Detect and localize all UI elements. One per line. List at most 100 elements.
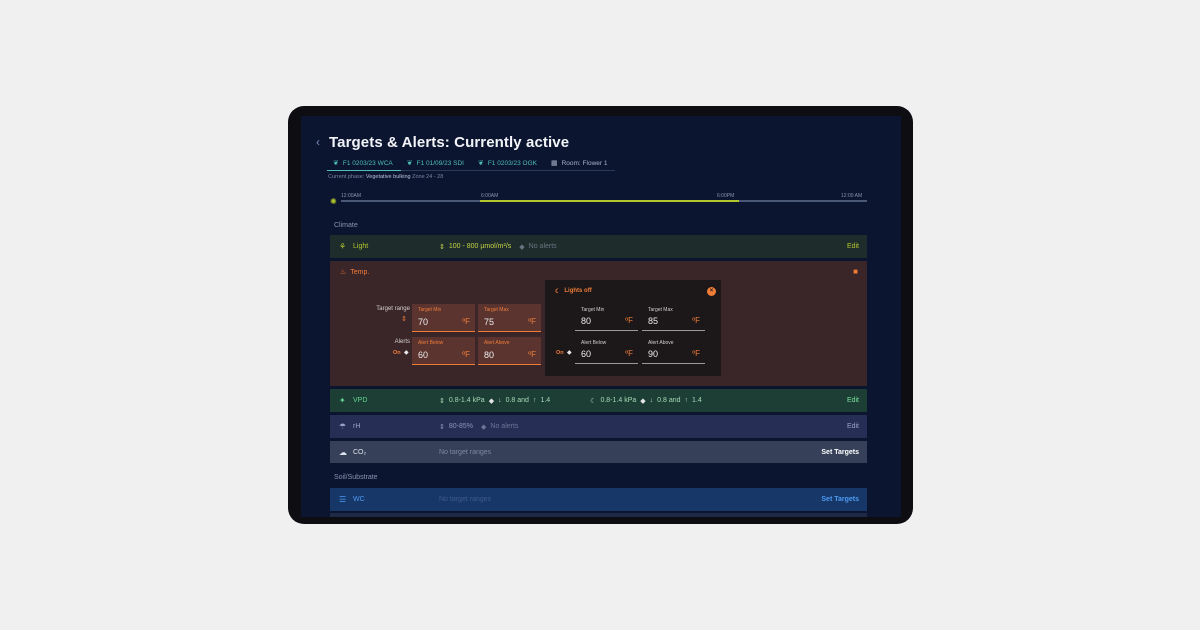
thermometer-icon: ⇕	[439, 423, 445, 431]
field-unit: ºF	[528, 350, 536, 359]
row-rh[interactable]: ☂ rH ⇕ 80-85% ◆ No alerts Edit	[330, 415, 867, 438]
field-unit: ºF	[625, 349, 633, 358]
timeline-label: 6:00AM	[481, 193, 499, 199]
field-label: Target Min	[418, 307, 442, 313]
temp-name: Temp.	[350, 268, 370, 276]
field-unit: ºF	[462, 317, 470, 326]
field-value: 90	[648, 349, 659, 359]
popup-target-max-field[interactable]: Target Max 85 ºF	[642, 304, 705, 331]
title-row: ‹ Targets & Alerts: Currently active	[316, 132, 569, 152]
light-alerts: No alerts	[528, 243, 557, 250]
field-value: 60	[581, 349, 592, 359]
tab-label: F1 0203/23 WCA	[342, 159, 393, 167]
co2-range: No target ranges	[439, 448, 492, 456]
trash-icon[interactable]: ■	[853, 267, 858, 276]
chevron-left-icon[interactable]: ‹	[316, 135, 320, 149]
target-min-field[interactable]: Target Min 70 ºF	[412, 304, 475, 332]
lights-off-popup: ☾ Lights off × On ◆ Target Min 80 ºF Tar…	[545, 280, 721, 376]
field-unit: ºF	[625, 316, 633, 325]
moon-icon: ☾	[590, 397, 597, 405]
bell-icon: ◆	[519, 243, 525, 251]
timeline-label: 6:00PM	[717, 193, 735, 199]
field-unit: ºF	[692, 349, 700, 358]
wc-set-targets-button[interactable]: Set Targets	[821, 496, 859, 503]
field-value: 80	[484, 350, 495, 360]
rh-range-value: 80-85%	[448, 423, 474, 430]
plant-icon: ❦	[333, 160, 339, 167]
popup-target-min-field[interactable]: Target Min 80 ºF	[575, 304, 638, 331]
tab-batch-3[interactable]: ❦ F1 0203/23 OGK	[471, 156, 545, 171]
row-name: WC	[353, 496, 365, 503]
rh-edit-button[interactable]: Edit	[847, 423, 859, 430]
timeline-label: 12:00AM	[341, 193, 362, 199]
cloud-icon: ☁	[339, 447, 347, 457]
vpd-edit-button[interactable]: Edit	[847, 397, 859, 404]
arrow-down-icon: ↓	[498, 397, 502, 404]
section-soil: Soil/Substrate	[334, 474, 378, 481]
arrow-up-icon: ↑	[532, 397, 537, 404]
field-unit: ºF	[692, 316, 700, 325]
tab-room[interactable]: ▦ Room: Flower 1	[544, 156, 616, 171]
field-unit: ºF	[528, 317, 536, 326]
tab-label: Room: Flower 1	[561, 159, 608, 167]
rh-range: ⇕ 80-85% ◆ No alerts	[439, 423, 518, 431]
plant-icon: ❦	[406, 160, 413, 167]
target-max-field[interactable]: Target Max 75 ºF	[478, 304, 541, 332]
tab-label: F1 0203/23 OGK	[487, 159, 537, 167]
vpd-icon: ✦	[339, 396, 346, 405]
row-vpd[interactable]: ✦ VPD ⇕ 0.8-1.4 kPa ◆ ↓ 0.8 and ↑ 1.4 ☾ …	[330, 389, 867, 412]
section-climate: Climate	[334, 222, 358, 229]
alerts-label: Alerts	[394, 339, 410, 345]
alert-below-field[interactable]: Alert Below 60 ºF	[412, 337, 475, 365]
alert-above-field[interactable]: Alert Above 80 ºF	[478, 337, 541, 365]
target-range-label: Target range	[376, 306, 410, 312]
vpd-day-values: ⇕ 0.8-1.4 kPa ◆ ↓ 0.8 and ↑ 1.4 ☾ 0.8-1.…	[439, 397, 702, 405]
page-title: Targets & Alerts: Currently active	[329, 133, 570, 151]
popup-header: ☾ Lights off	[555, 288, 592, 295]
arrow-up-icon: ↑	[684, 397, 689, 404]
vpd-day-below: 0.8 and	[505, 397, 529, 404]
phase-prefix: Current phase:	[328, 174, 365, 180]
thermometer-icon: ⇕	[439, 243, 445, 251]
row-co2[interactable]: ☁ CO₂ No target ranges Set Targets	[330, 441, 867, 463]
field-value: 80	[581, 316, 592, 326]
popup-alert-below-field[interactable]: Alert Below 60 ºF	[575, 337, 638, 364]
field-value: 70	[418, 317, 429, 327]
field-label: Target Max	[648, 307, 673, 313]
tab-batch-2[interactable]: ❦ F1 01/09/23 SDI	[400, 156, 472, 171]
light-edit-button[interactable]: Edit	[847, 243, 859, 250]
field-unit: ºF	[462, 350, 470, 359]
vpd-day-range: 0.8-1.4 kPa	[448, 397, 485, 404]
field-label: Target Min	[581, 307, 605, 313]
row-wc[interactable]: ☰ WC No target ranges Set Targets	[330, 488, 867, 511]
field-value: 85	[648, 316, 659, 326]
batch-tabs: ❦ F1 0203/23 WCA ❦ F1 01/09/23 SDI ❦ F1 …	[327, 156, 616, 171]
field-value: 60	[418, 350, 429, 360]
alerts-on-label: On	[393, 350, 401, 356]
vpd-night-range: 0.8-1.4 kPa	[600, 397, 637, 404]
field-label: Alert Above	[484, 340, 510, 346]
temp-header: ♨ Temp.	[340, 268, 370, 277]
light-range: ⇕ 100 - 800 µmol/m²/s ◆ No alerts	[439, 243, 557, 251]
thermometer-icon: ⇕	[439, 397, 445, 405]
popup-alert-above-field[interactable]: Alert Above 90 ºF	[642, 337, 705, 364]
bell-icon: ◆	[488, 397, 495, 405]
field-label: Alert Below	[581, 340, 607, 346]
light-icon: ⚘	[339, 242, 347, 251]
row-name: rH	[353, 423, 361, 430]
lightbulb-icon: ✺	[330, 197, 337, 206]
plant-icon: ❦	[477, 160, 484, 167]
vpd-night-below: 0.8 and	[657, 397, 681, 404]
next-row-edge	[330, 513, 867, 517]
co2-set-targets-button[interactable]: Set Targets	[821, 449, 859, 456]
thermometer-icon: ♨	[340, 269, 347, 276]
thermometer-icon: ⇕	[401, 316, 407, 323]
grid-icon: ▦	[550, 160, 558, 167]
field-value: 75	[484, 317, 495, 327]
tab-batch-1[interactable]: ❦ F1 0203/23 WCA	[327, 156, 401, 171]
row-light[interactable]: ⚘ Light ⇕ 100 - 800 µmol/m²/s ◆ No alert…	[330, 235, 867, 258]
field-label: Target Max	[484, 307, 509, 313]
close-icon[interactable]: ×	[707, 287, 716, 296]
arrow-down-icon: ↓	[649, 397, 654, 404]
bell-icon: ◆	[640, 397, 646, 405]
